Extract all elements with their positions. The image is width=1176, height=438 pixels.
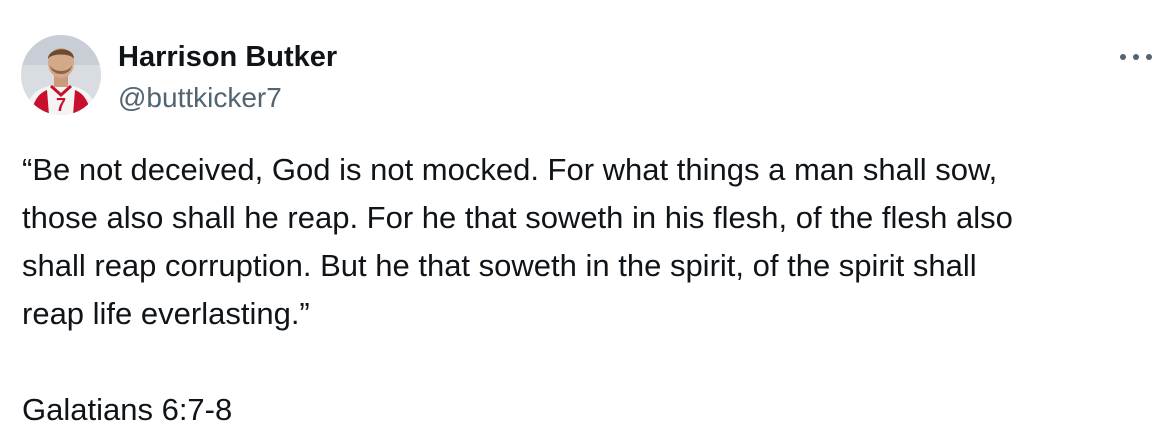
tweet-line: reap life everlasting.” <box>22 296 310 331</box>
tweet-line: shall reap corruption. But he that sowet… <box>22 248 977 283</box>
tweet-line: those also shall he reap. For he that so… <box>22 200 1013 235</box>
scripture-reference: Galatians 6:7-8 <box>22 392 233 427</box>
more-options-button[interactable] <box>1114 44 1158 70</box>
tweet-card: 7 Harrison Butker @buttkicker7 “Be not d… <box>0 0 1176 438</box>
tweet-text: “Be not deceived, God is not mocked. For… <box>22 146 1162 338</box>
author-name[interactable]: Harrison Butker <box>118 40 337 74</box>
author-avatar[interactable]: 7 <box>21 35 101 115</box>
svg-text:7: 7 <box>56 95 66 115</box>
author-handle[interactable]: @buttkicker7 <box>118 81 282 115</box>
player-portrait-icon: 7 <box>21 35 101 115</box>
tweet-line: “Be not deceived, God is not mocked. For… <box>22 152 998 187</box>
more-options-icon <box>1120 54 1152 60</box>
